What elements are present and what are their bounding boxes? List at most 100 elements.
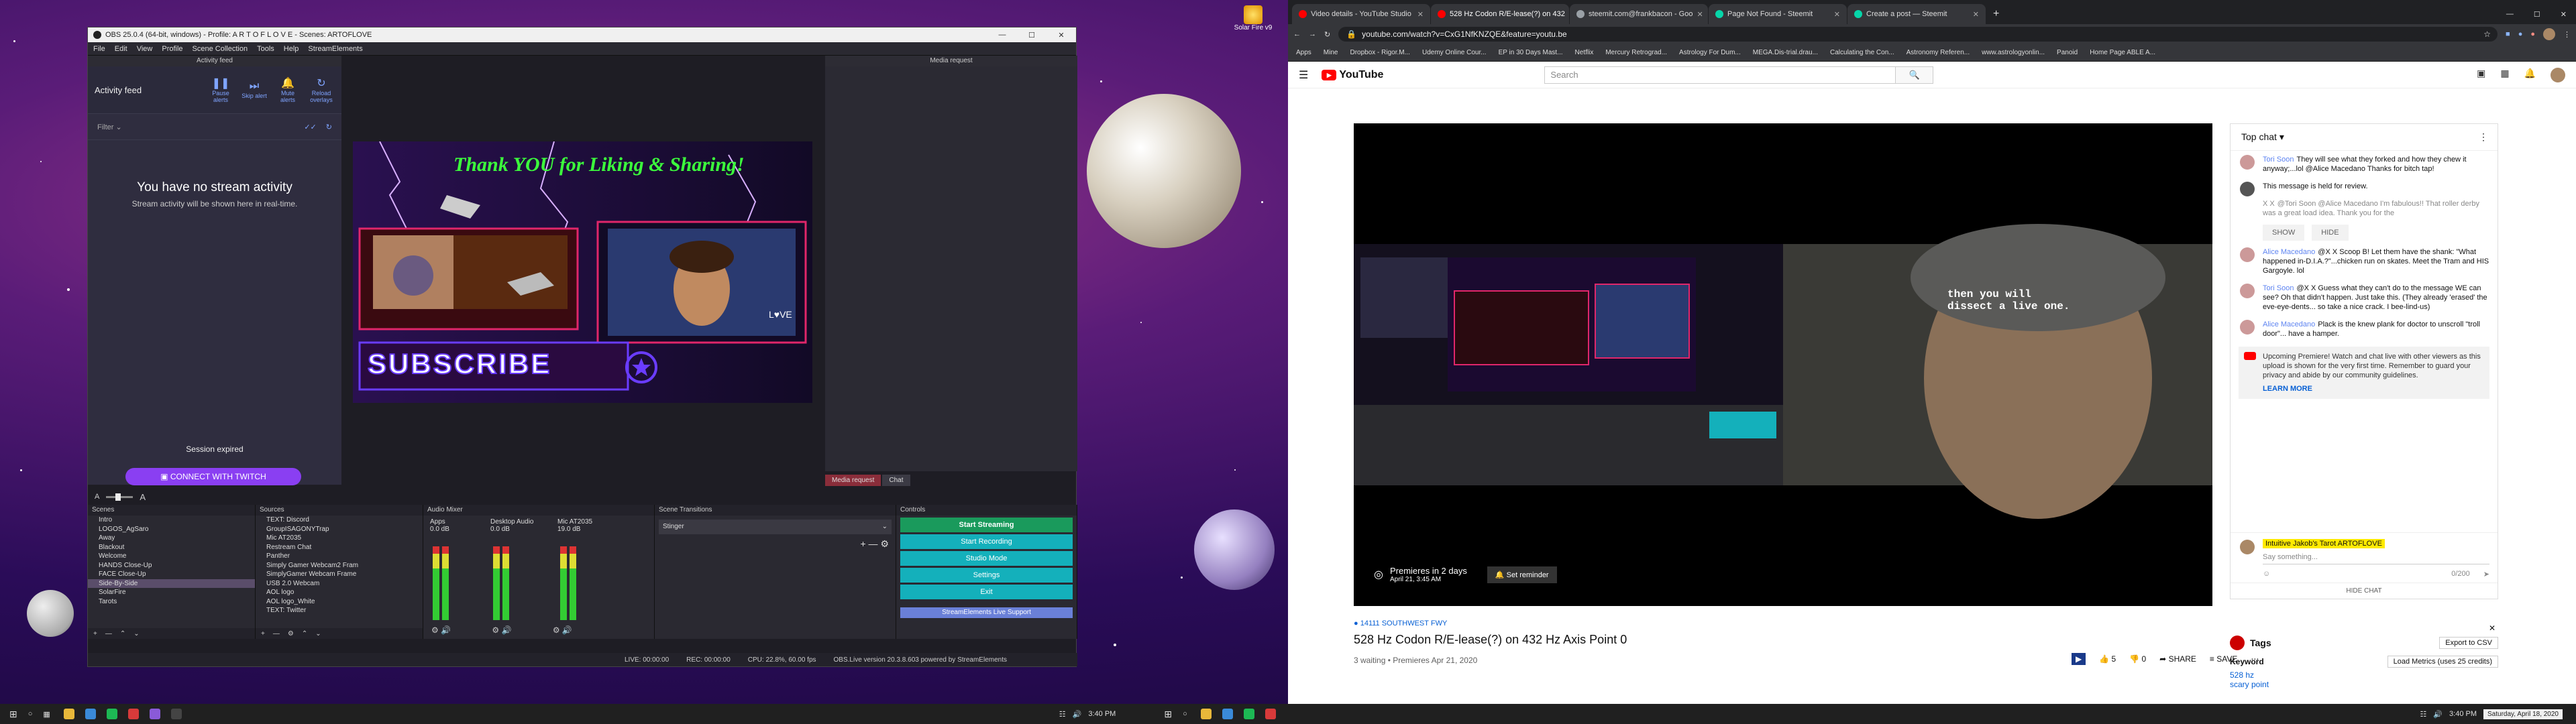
bookmark-item[interactable]: Mine [1324, 49, 1338, 56]
bookmark-item[interactable]: Astronomy Referen... [1907, 49, 1970, 56]
connect-twitch-button[interactable]: ▣ CONNECT WITH TWITCH [125, 468, 301, 485]
scene-item[interactable]: FACE Close-Up [88, 570, 255, 579]
maximize-button[interactable]: ☐ [1017, 31, 1046, 40]
bookmark-star-icon[interactable]: ☆ [2483, 29, 2491, 39]
speaker-icon[interactable]: 🔊 [502, 625, 512, 635]
maximize-button[interactable]: ☐ [2534, 10, 2540, 19]
close-tab-icon[interactable]: ✕ [1565, 10, 1570, 19]
hamburger-menu-icon[interactable]: ☰ [1299, 68, 1308, 82]
browser-tab[interactable]: Video details - YouTube Studio ✕ [1292, 4, 1430, 24]
top-chat-dropdown[interactable]: Top chat ▾ [2241, 131, 2284, 143]
bookmark-item[interactable]: Mercury Retrograd... [1605, 49, 1667, 56]
close-tab-icon[interactable]: ✕ [1413, 10, 1424, 19]
reload-icon[interactable]: ↻ [1324, 30, 1330, 39]
clock-right[interactable]: 3:40 PM [2449, 710, 2477, 718]
close-button[interactable]: ✕ [2561, 10, 2567, 19]
menu-scene-collection[interactable]: Scene Collection [193, 45, 248, 53]
font-small-icon[interactable]: A [95, 493, 99, 501]
youtube-search[interactable]: Search 🔍 [1544, 66, 1934, 84]
extension-icon[interactable]: ● [2518, 30, 2523, 38]
start-streaming-button[interactable]: Start Streaming [900, 518, 1073, 532]
dislike-button[interactable]: 👎 0 [2129, 654, 2146, 664]
windows-start-icon[interactable]: ⊞ [1164, 709, 1172, 720]
task-view-icon[interactable]: ▦ [43, 710, 50, 719]
add-scene-button[interactable]: + [93, 630, 97, 638]
source-item[interactable]: GroupISAGONYTrap [256, 525, 423, 534]
source-item[interactable]: Mic AT2035 [256, 534, 423, 543]
hide-chat-button[interactable]: HIDE CHAT [2231, 583, 2498, 599]
bookmark-item[interactable]: MEGA.Dis-trial.drau... [1753, 49, 1818, 56]
account-avatar[interactable] [2551, 67, 2565, 82]
menu-profile[interactable]: Profile [162, 45, 182, 53]
gear-icon[interactable]: ⚙ [553, 625, 560, 635]
menu-icon[interactable]: ⋮ [2563, 30, 2571, 39]
set-reminder-button[interactable]: 🔔 Set reminder [1487, 566, 1557, 583]
scene-item[interactable]: Blackout [88, 543, 255, 552]
send-icon[interactable]: ➤ [2483, 570, 2489, 579]
source-item[interactable]: AOL logo [256, 588, 423, 597]
skip-alert-button[interactable]: ⏭ Skip alert [241, 80, 268, 99]
browser-tab[interactable]: Create a post — Steemit ✕ [1847, 4, 1986, 24]
source-settings-icon[interactable]: ⚙ [288, 630, 294, 638]
source-item[interactable]: SimplyGamer Webcam Frame [256, 570, 423, 579]
move-down-button[interactable]: ⌄ [133, 630, 139, 638]
source-item[interactable]: Restream Chat [256, 543, 423, 552]
chrome-icon[interactable] [1222, 709, 1233, 719]
notifications-bell-icon[interactable]: 🔔 [2524, 68, 2536, 82]
minimize-button[interactable]: — [987, 31, 1017, 40]
bookmark-item[interactable]: Calculating the Con... [1830, 49, 1894, 56]
speaker-icon[interactable]: 🔊 [562, 625, 572, 635]
browser-tab-active[interactable]: 528 Hz Codon R/E-lease(?) on 432✕ [1431, 4, 1569, 24]
search-icon[interactable]: ○ [1183, 710, 1187, 718]
bookmark-item[interactable]: Dropbox - Rigor.M... [1350, 49, 1409, 56]
search-input[interactable]: Search [1550, 70, 1578, 80]
menu-tools[interactable]: Tools [257, 45, 274, 53]
menu-edit[interactable]: Edit [115, 45, 127, 53]
search-icon[interactable]: ○ [28, 710, 33, 718]
bookmark-item[interactable]: Astrology For Dum... [1679, 49, 1741, 56]
hide-message-button[interactable]: HIDE [2312, 225, 2349, 241]
filter-dropdown[interactable]: Filter ⌄ [97, 123, 122, 131]
network-icon[interactable]: ☷ [2420, 710, 2426, 719]
more-options-icon[interactable]: ⋮ [2479, 131, 2488, 143]
explorer-icon[interactable] [1200, 709, 1212, 719]
bookmark-item[interactable]: Panoid [2057, 49, 2078, 56]
browser-tab[interactable]: steemit.com@frankbacon - Goo ✕ [1570, 4, 1708, 24]
source-item[interactable]: TEXT: Discord [256, 516, 423, 525]
mute-alerts-button[interactable]: 🔔 Mute alerts [274, 76, 301, 103]
scene-item[interactable]: HANDS Close-Up [88, 561, 255, 570]
keyword-item[interactable]: 528 hz [2230, 670, 2498, 680]
scene-item[interactable]: Tarots [88, 597, 255, 607]
video-player[interactable]: then you will dissect a live one. ◎ Prem… [1354, 123, 2212, 606]
desktop-icon-solarfire[interactable]: Solar Fire v9 [1233, 5, 1273, 32]
scene-item[interactable]: Intro [88, 516, 255, 525]
studio-mode-button[interactable]: Studio Mode [900, 551, 1073, 566]
check-all-icon[interactable]: ✓✓ [304, 123, 316, 131]
tab-media-request[interactable]: Media request [825, 475, 881, 486]
app-icon[interactable] [127, 709, 139, 719]
transition-settings-icon[interactable]: ⚙ [880, 538, 889, 549]
source-item[interactable]: Panther [256, 552, 423, 561]
video-location[interactable]: ● 14111 SOUTHWEST FWY [1354, 619, 1447, 627]
profile-avatar[interactable] [2543, 28, 2555, 40]
emoji-icon[interactable]: ☺ [2263, 570, 2270, 579]
pause-alerts-button[interactable]: ❚❚ Pause alerts [207, 76, 234, 103]
exit-button[interactable]: Exit [900, 585, 1073, 599]
chat-input[interactable]: Say something... [2263, 553, 2489, 564]
source-item[interactable]: AOL logo_White [256, 597, 423, 607]
spotify-icon[interactable] [106, 709, 117, 719]
bookmark-item[interactable]: EP in 30 Days Mast... [1499, 49, 1563, 56]
remove-transition-button[interactable]: — [869, 538, 878, 549]
scene-item-selected[interactable]: Side-By-Side [88, 579, 255, 588]
font-large-icon[interactable]: A [140, 492, 146, 502]
menu-streamelements[interactable]: StreamElements [308, 45, 362, 53]
bookmark-item[interactable]: Home Page ABLE A... [2090, 49, 2155, 56]
bookmark-item[interactable]: Udemy Online Cour... [1422, 49, 1487, 56]
menu-help[interactable]: Help [284, 45, 299, 53]
menu-file[interactable]: File [93, 45, 105, 53]
youtube-logo[interactable]: ▶ YouTube [1322, 69, 1383, 81]
back-icon[interactable]: ← [1293, 30, 1301, 38]
gear-icon[interactable]: ⚙ [492, 625, 499, 635]
network-icon[interactable]: ☷ [1059, 710, 1066, 719]
obs-taskbar-icon[interactable] [170, 709, 182, 719]
